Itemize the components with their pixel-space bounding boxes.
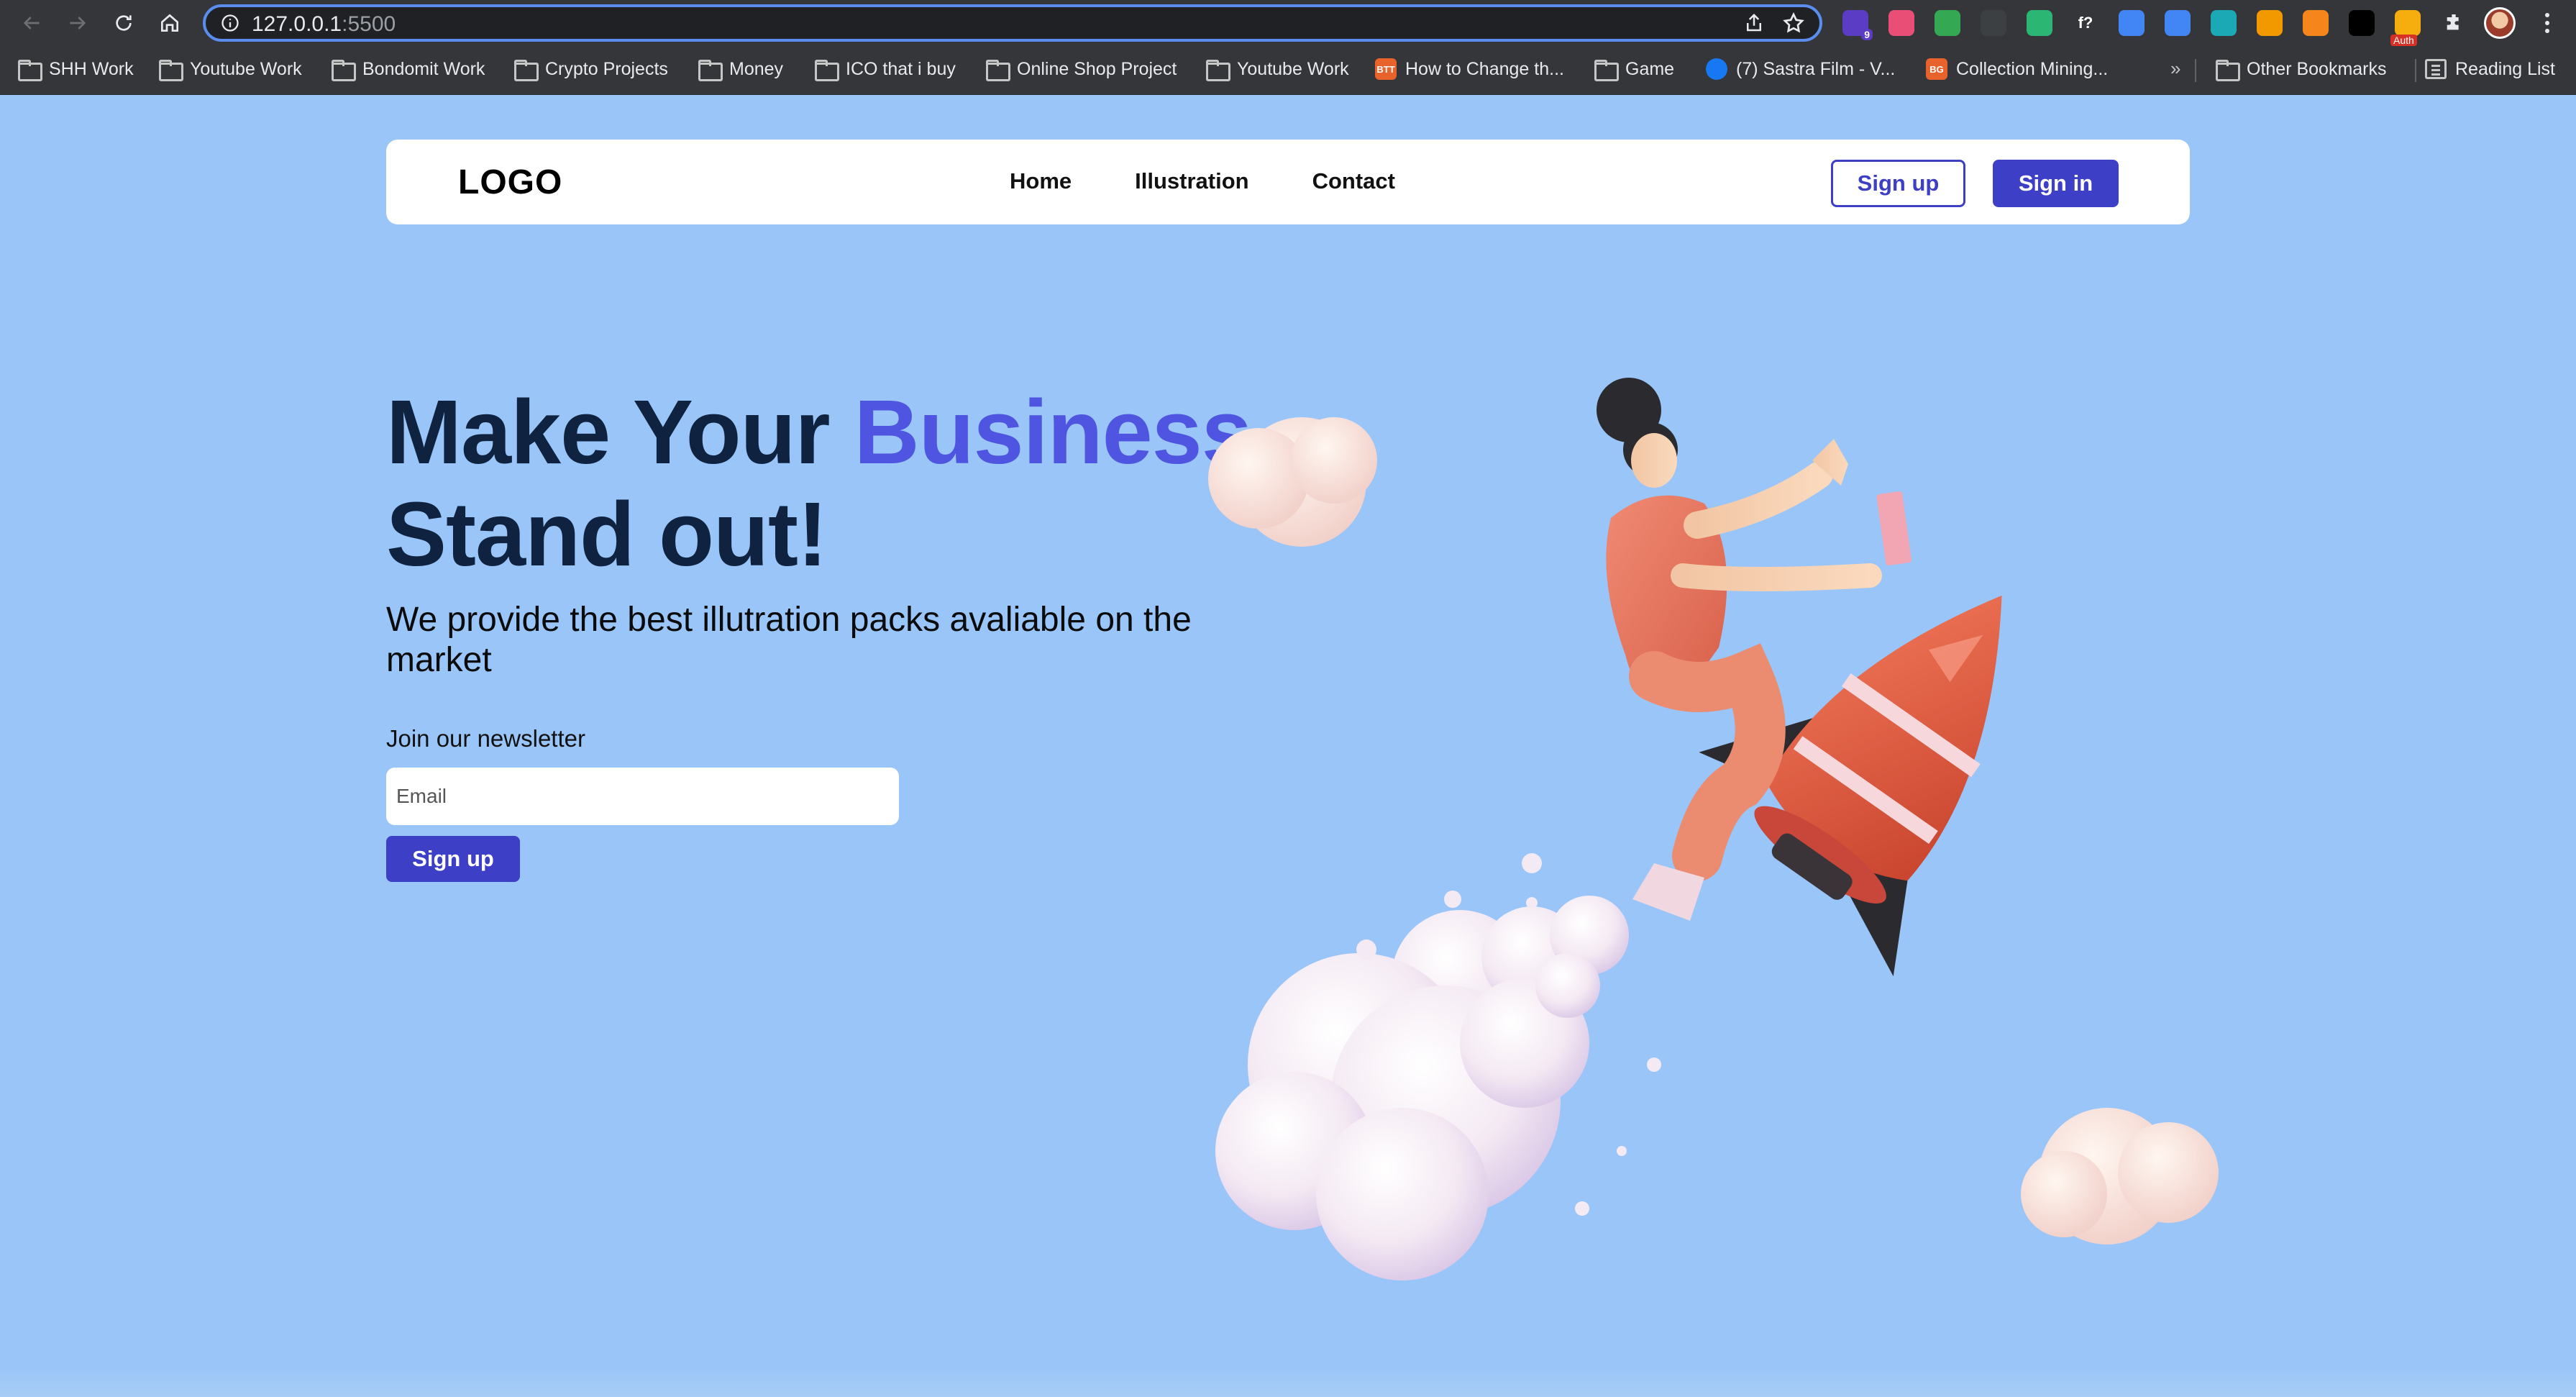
extensions-puzzle-icon[interactable] xyxy=(2441,10,2467,36)
bookmark-item[interactable]: SHH Work xyxy=(17,55,134,83)
site-favicon: BTT xyxy=(1375,58,1397,80)
bookmarks-divider xyxy=(2195,59,2196,82)
extension-label: f? xyxy=(2078,14,2093,32)
bookmark-label: ICO that i buy xyxy=(846,58,956,79)
folder-icon xyxy=(698,60,723,81)
bookmark-label: Online Shop Project xyxy=(1017,58,1177,79)
url-text: 127.0.0.1:5500 xyxy=(252,12,396,36)
bookmark-label: How to Change th... xyxy=(1405,58,1564,79)
bookmark-item[interactable]: Game xyxy=(1594,55,1674,83)
folder-icon xyxy=(513,60,539,81)
bookmark-label: Money xyxy=(729,58,784,79)
nav-links: Home Illustration Contact xyxy=(1010,168,1458,194)
bookmark-item[interactable]: Youtube Work xyxy=(158,55,302,83)
extension-bird-icon[interactable] xyxy=(2027,10,2052,36)
bookmark-item[interactable]: Youtube Work xyxy=(1205,55,1349,83)
bookmark-label: Bondomit Work xyxy=(362,58,485,79)
bookmark-label: Youtube Work xyxy=(190,58,302,79)
extension-fox-icon[interactable] xyxy=(2303,10,2329,36)
bookmark-label: Crypto Projects xyxy=(545,58,668,79)
bookmarks-overflow-chevron[interactable]: » xyxy=(2170,58,2180,80)
bookmark-label: Game xyxy=(1625,58,1675,79)
share-icon[interactable] xyxy=(1743,12,1765,34)
bookmark-item[interactable]: ICO that i buy xyxy=(814,55,956,83)
hero-title-part1: Make Your xyxy=(386,381,854,483)
browser-toolbar: 127.0.0.1:5500 9 f? Auth xyxy=(0,0,2576,46)
folder-icon xyxy=(814,60,839,81)
extension-puzzle-badge-icon[interactable]: 9 xyxy=(1842,10,1873,40)
extension-fx-icon[interactable]: f? xyxy=(2073,10,2098,36)
back-arrow-icon[interactable] xyxy=(17,9,46,37)
bookmark-label: Youtube Work xyxy=(1237,58,1349,79)
extension-translate-icon[interactable] xyxy=(2165,10,2191,36)
extension-play-icon[interactable] xyxy=(2119,10,2145,36)
extension-color-wheel-icon[interactable] xyxy=(1888,10,1914,36)
browser-menu-icon[interactable] xyxy=(2533,9,2562,37)
rocket-illustration xyxy=(1208,378,2219,1280)
extension-mountain-icon[interactable] xyxy=(2349,10,2375,36)
folder-icon xyxy=(17,60,42,81)
email-input[interactable] xyxy=(386,768,899,825)
reading-list-button[interactable]: Reading List xyxy=(2425,55,2555,83)
extension-diamond-icon[interactable] xyxy=(2211,10,2237,36)
reload-icon[interactable] xyxy=(109,9,138,37)
bookmark-item[interactable]: Crypto Projects xyxy=(513,55,668,83)
profile-avatar[interactable] xyxy=(2484,7,2516,39)
newsletter-signup-button[interactable]: Sign up xyxy=(386,836,520,882)
bookmark-label: SHH Work xyxy=(49,58,134,79)
extension-badge: Auth xyxy=(2390,35,2417,46)
nav-link-illustration[interactable]: Illustration xyxy=(1135,168,1248,194)
folder-icon xyxy=(985,60,1010,81)
bookmark-item[interactable]: Bondomit Work xyxy=(331,55,485,83)
bookmark-item[interactable]: BG Collection Mining... xyxy=(1926,55,2108,83)
forward-arrow-icon[interactable] xyxy=(63,9,92,37)
bookmark-item[interactable]: (7) Sastra Film - V... xyxy=(1706,55,1895,83)
folder-icon xyxy=(331,60,356,81)
extension-badge: 9 xyxy=(1861,29,1873,40)
reading-list-icon xyxy=(2425,59,2447,79)
bookmark-item[interactable]: BTT How to Change th... xyxy=(1375,55,1564,83)
bookmark-label: (7) Sastra Film - V... xyxy=(1736,58,1896,79)
hero-subtitle: We provide the best illutration packs av… xyxy=(386,601,1192,679)
cloud-bottom-right xyxy=(2021,1108,2219,1244)
site-logo[interactable]: LOGO xyxy=(458,163,562,202)
extension-green-dot-icon[interactable] xyxy=(1935,10,1960,36)
facebook-icon xyxy=(1706,58,1727,80)
page-bottom-fade xyxy=(0,1367,2576,1397)
extension-grid-icon[interactable] xyxy=(1981,10,2006,36)
folder-icon xyxy=(1594,60,1619,81)
extension-hammer-icon[interactable] xyxy=(2257,10,2283,36)
bookmark-label: Other Bookmarks xyxy=(2247,58,2387,79)
nav-signin-button[interactable]: Sign in xyxy=(1993,160,2119,207)
site-navbar: LOGO Home Illustration Contact Sign up S… xyxy=(386,140,2190,224)
bookmarks-divider xyxy=(2415,59,2416,82)
site-favicon: BG xyxy=(1926,58,1947,80)
extension-auth-icon[interactable]: Auth xyxy=(2390,10,2421,46)
bookmark-other-bookmarks[interactable]: Other Bookmarks xyxy=(2215,55,2387,83)
nav-link-home[interactable]: Home xyxy=(1010,168,1072,194)
bookmark-star-icon[interactable] xyxy=(1782,12,1805,35)
reading-list-label: Reading List xyxy=(2455,58,2555,79)
folder-icon xyxy=(158,60,183,81)
address-bar[interactable]: 127.0.0.1:5500 xyxy=(203,4,1822,42)
folder-icon xyxy=(2215,60,2240,81)
bookmark-item[interactable]: Money xyxy=(698,55,783,83)
nav-link-contact[interactable]: Contact xyxy=(1312,168,1395,194)
info-icon[interactable] xyxy=(220,13,240,33)
bookmark-item[interactable]: Online Shop Project xyxy=(985,55,1177,83)
bookmark-label: Collection Mining... xyxy=(1956,58,2109,79)
nav-signup-button[interactable]: Sign up xyxy=(1831,160,1965,207)
cloud-top-left xyxy=(1208,417,1377,547)
exhaust-cloud xyxy=(1215,853,1661,1280)
hero-title-part2: Stand out! xyxy=(386,483,828,585)
hero-title: Make Your Business Stand out! xyxy=(386,381,1252,586)
newsletter-label: Join our newsletter xyxy=(386,725,585,752)
folder-icon xyxy=(1205,60,1230,81)
home-icon[interactable] xyxy=(155,9,184,37)
